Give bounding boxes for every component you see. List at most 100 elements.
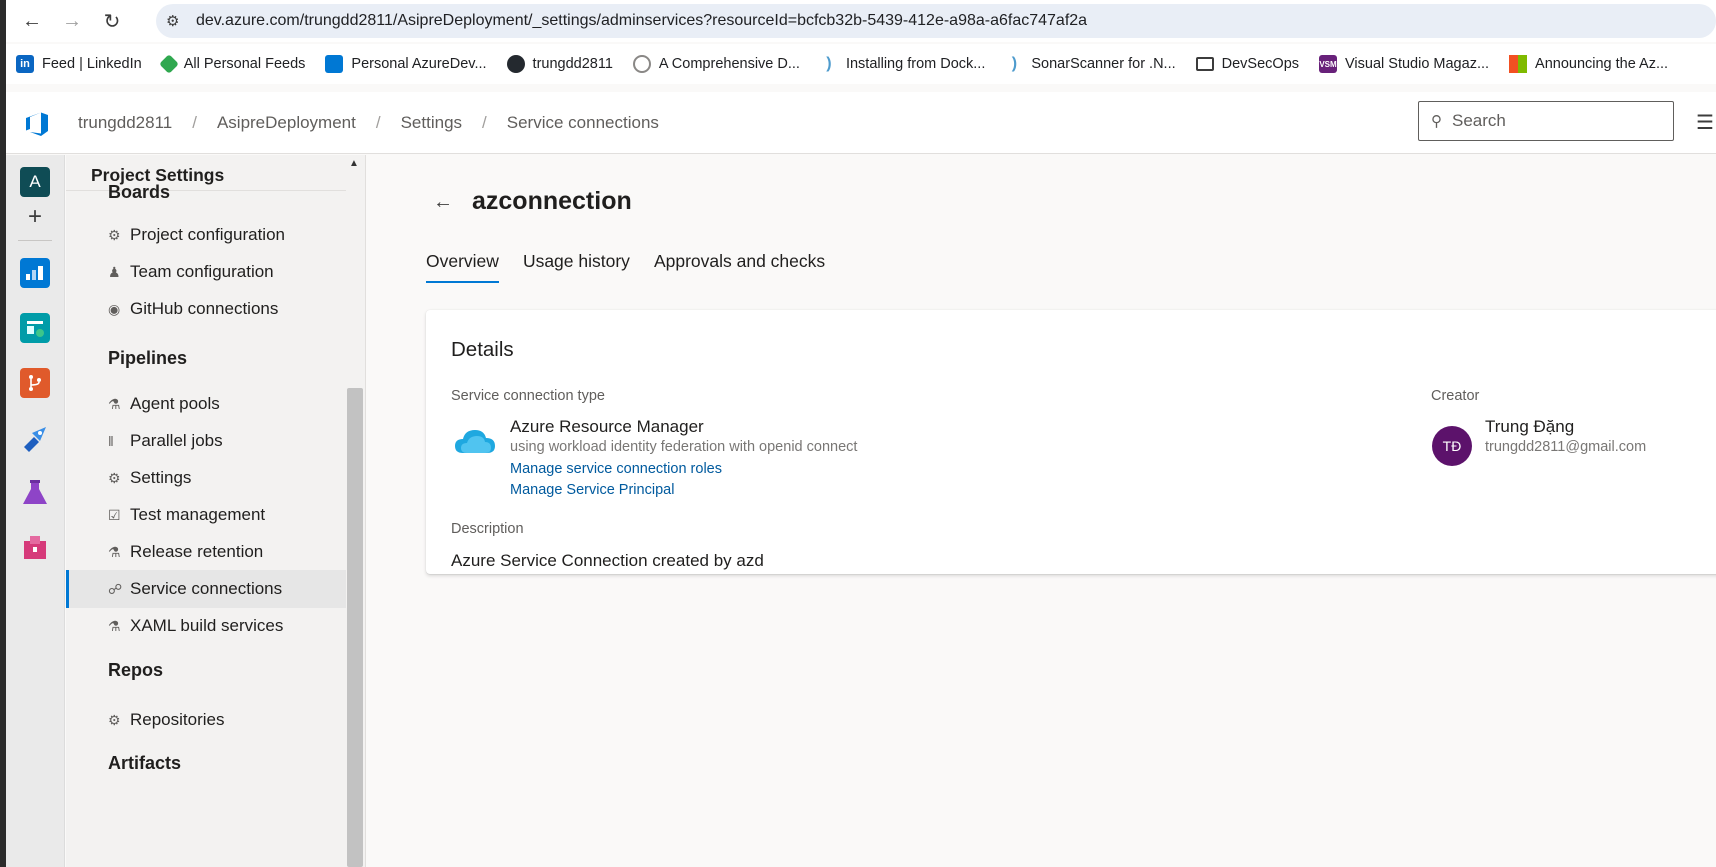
manage-service-connection-roles-link[interactable]: Manage service connection roles (510, 461, 722, 477)
test-management-icon: ☑ (108, 506, 121, 523)
sonar-icon: ) (1011, 55, 1018, 72)
nav-item-service-connections[interactable]: ☍ Service connections (66, 570, 346, 608)
details-heading: Details (451, 338, 514, 361)
nav-scrollbar-thumb[interactable] (347, 388, 363, 867)
site-settings-icon[interactable]: ⚙ (166, 12, 196, 30)
breadcrumb-settings[interactable]: Settings (401, 113, 462, 133)
forward-button[interactable]: → (52, 1, 92, 41)
creator-label: Creator (1431, 388, 1480, 404)
page-title: azconnection (472, 187, 632, 215)
test-plans-icon[interactable] (20, 478, 50, 508)
tab-usage-history[interactable]: Usage history (523, 243, 630, 291)
arrow-right-icon: → (62, 9, 82, 32)
nav-item-settings[interactable]: ⚙ Settings (66, 459, 346, 497)
nav-item-github-connections[interactable]: ◉ GitHub connections (66, 290, 346, 328)
project-settings-nav: Project Settings Boards ⚙ Project config… (66, 155, 366, 867)
description-text: Azure Service Connection created by azd (451, 551, 764, 570)
breadcrumb-service-connections[interactable]: Service connections (507, 113, 659, 133)
breadcrumb-separator: / (482, 112, 487, 132)
agent-pools-icon: ⚗ (108, 395, 121, 412)
azure-devops-logo-icon[interactable] (22, 109, 50, 137)
nav-item-test-management[interactable]: ☑ Test management (66, 496, 346, 534)
nav-item-xaml-build-services[interactable]: ⚗ XAML build services (66, 607, 346, 645)
ado-header: trungdd2811 / AsipreDeployment / Setting… (6, 92, 1716, 154)
section-pipelines: Pipelines (108, 348, 188, 368)
bookmark-personal-azuredev[interactable]: Personal AzureDev... (325, 55, 487, 73)
xaml-build-icon: ⚗ (108, 617, 121, 634)
folder-icon (1195, 57, 1214, 71)
team-configuration-icon: ♟ (108, 263, 121, 280)
new-project-plus-icon[interactable]: + (20, 202, 50, 232)
search-box[interactable]: ⚲ (1418, 101, 1674, 141)
repos-icon[interactable] (20, 368, 50, 398)
vsm-icon: VSM (1319, 55, 1338, 73)
description-label: Description (451, 521, 524, 537)
service-connection-type-label: Service connection type (451, 388, 605, 404)
browser-toolbar: ← → ↻ ⚙ dev.azure.com/trungdd2811/Asipre… (6, 0, 1716, 42)
arrow-left-icon: ← (22, 9, 42, 32)
tab-bar: Overview Usage history Approvals and che… (426, 243, 849, 291)
breadcrumb-project[interactable]: AsipreDeployment (217, 113, 356, 133)
gear-icon: ⚙ (108, 469, 121, 486)
section-boards: Boards (108, 182, 171, 202)
org-avatar[interactable]: A (20, 167, 50, 197)
bookmark-personal-feeds[interactable]: All Personal Feeds (158, 54, 305, 74)
scroll-up-arrow-icon[interactable]: ▲ (349, 158, 359, 169)
bookmark-announcing[interactable]: Announcing the Az... (1509, 55, 1668, 73)
service-connection-type-name: Azure Resource Manager (510, 417, 704, 436)
creator-email: trungdd2811@gmail.com (1485, 439, 1647, 455)
section-repos: Repos (108, 660, 164, 680)
bookmark-github[interactable]: trungdd2811 (506, 55, 613, 73)
breadcrumb-separator: / (192, 112, 197, 132)
back-arrow-icon[interactable]: ← (433, 191, 453, 214)
work-items-list-icon[interactable]: ☰ (1696, 110, 1714, 135)
nav-item-parallel-jobs[interactable]: ‖ Parallel jobs (66, 422, 346, 460)
github-icon: ◉ (108, 300, 121, 317)
manage-service-principal-link[interactable]: Manage Service Principal (510, 482, 674, 498)
nav-item-team-configuration[interactable]: ♟ Team configuration (66, 253, 346, 291)
back-button[interactable]: ← (12, 1, 52, 41)
main-content: ← azconnection Overview Usage history Ap… (367, 155, 1716, 867)
breadcrumb-separator: / (375, 112, 381, 132)
bookmark-installing-docker[interactable]: ) Installing from Dock... (820, 55, 985, 73)
bookmark-sonarscanner[interactable]: ) SonarScanner for .N... (1005, 55, 1176, 73)
rail-divider (18, 240, 52, 241)
azure-devops-icon (325, 55, 344, 73)
service-connection-type-subtitle: using workload identity federation with … (510, 439, 858, 455)
url-text[interactable]: dev.azure.com/trungdd2811/AsipreDeployme… (196, 12, 1087, 30)
nav-item-repositories[interactable]: ⚙ Repositories (66, 701, 346, 739)
pipelines-icon[interactable] (20, 423, 50, 453)
github-icon (506, 55, 525, 73)
bookmark-linkedin[interactable]: in Feed | LinkedIn (16, 55, 142, 73)
parallel-jobs-icon: ‖ (108, 433, 114, 449)
bookmarks-bar: in Feed | LinkedIn All Personal Feeds Pe… (6, 44, 1716, 84)
project-configuration-icon: ⚙ (108, 226, 121, 243)
tab-approvals-and-checks[interactable]: Approvals and checks (654, 243, 825, 291)
tab-overview[interactable]: Overview (426, 243, 499, 291)
artifacts-icon[interactable] (20, 533, 50, 563)
gear-site-icon (632, 55, 651, 73)
repositories-icon: ⚙ (108, 711, 121, 728)
plug-icon: ☍ (108, 580, 123, 597)
nav-item-project-configuration[interactable]: ⚙ Project configuration (66, 216, 346, 254)
feeds-icon (158, 54, 179, 74)
bookmark-comprehensive[interactable]: A Comprehensive D... (632, 55, 800, 73)
reload-button[interactable]: ↻ (92, 1, 132, 41)
section-artifacts: Artifacts (108, 753, 182, 773)
linkedin-icon: in (16, 55, 34, 73)
azure-cloud-icon (455, 430, 495, 453)
overview-icon[interactable] (20, 258, 50, 288)
bookmark-vs-magazine[interactable]: VSM Visual Studio Magaz... (1319, 55, 1489, 73)
creator-name: Trung Đặng (1485, 417, 1575, 436)
search-icon: ⚲ (1431, 113, 1442, 130)
release-retention-icon: ⚗ (108, 543, 121, 560)
boards-icon[interactable] (20, 313, 50, 343)
nav-item-release-retention[interactable]: ⚗ Release retention (66, 533, 346, 571)
microsoft-icon (1509, 55, 1528, 73)
nav-item-agent-pools[interactable]: ⚗ Agent pools (66, 385, 346, 423)
bookmark-devsecops-folder[interactable]: DevSecOps (1195, 56, 1299, 72)
search-input[interactable] (1452, 111, 1642, 131)
address-bar[interactable]: ⚙ dev.azure.com/trungdd2811/AsipreDeploy… (156, 4, 1716, 38)
breadcrumb-org[interactable]: trungdd2811 (78, 113, 172, 133)
details-card: Details Service connection type Azure Re… (426, 310, 1716, 574)
